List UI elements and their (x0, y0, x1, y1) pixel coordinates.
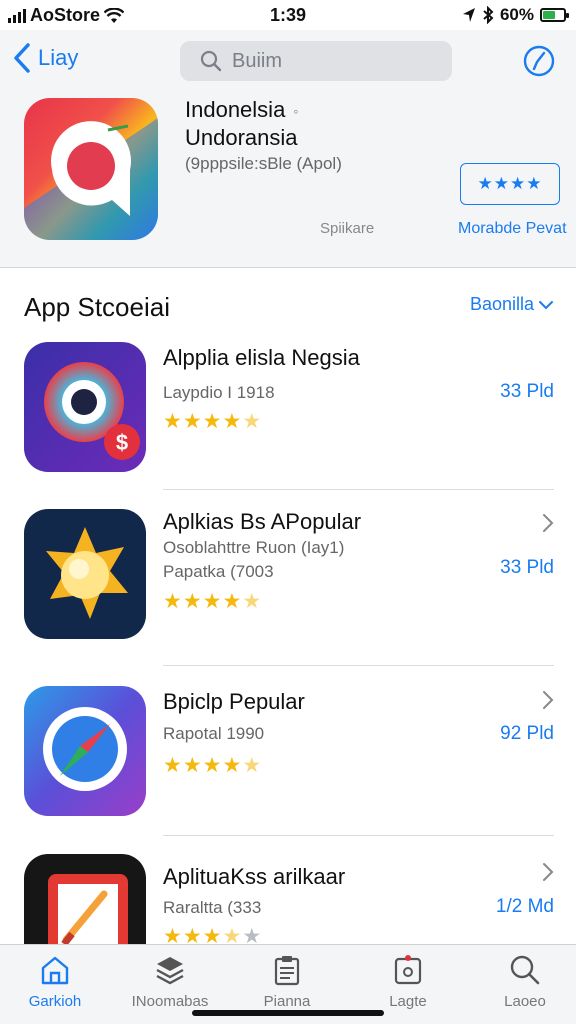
star-icon: ★ (242, 754, 262, 777)
home-icon (41, 956, 69, 985)
app-line2: Papatka (7003 (163, 562, 274, 581)
star-icon: ★ (222, 754, 242, 777)
app-icon-compass (24, 686, 146, 816)
search-input[interactable]: Buiim (180, 41, 452, 81)
star-icon: ★ (182, 754, 202, 777)
back-label: Liay (38, 45, 79, 70)
app-name: Alpplia elisla Negsia (163, 345, 360, 370)
featured-title-text: Indonelsia (185, 97, 286, 122)
battery-fill (543, 11, 555, 19)
tab-apps[interactable]: INoomabas (115, 953, 225, 1010)
star-icon: ★ (222, 590, 242, 613)
tab-clipboard[interactable]: Pianna (232, 953, 342, 1010)
app-line1: Osoblahttre Ruon (Iay1) (163, 538, 345, 557)
rating-stars: ★ ★ ★ ★ ★ (163, 755, 261, 776)
divider (163, 665, 554, 666)
star-icon: ★ (242, 590, 262, 613)
star-icon: ★ (163, 410, 182, 433)
section-title: App Stcoeiai (24, 292, 170, 322)
featured-app-meta: (9pppsile:sBle (Apol) (185, 154, 342, 173)
spotlight-label: Spiikare (320, 220, 375, 237)
location-icon (462, 8, 475, 22)
price-button[interactable]: 33 Pld (500, 381, 554, 403)
app-name: AplituaKss arilkaar (163, 864, 346, 889)
price-button[interactable]: 92 Pld (500, 723, 554, 745)
tab-label: Laoeo (504, 993, 546, 1010)
bluetooth-icon (483, 6, 494, 24)
header: Liay Buiim Indonelsia ◦ Undoransia (9ppps… (0, 30, 576, 268)
home-indicator (192, 1010, 384, 1016)
search-icon (510, 955, 540, 985)
featured-app-title: Indonelsia ◦ (185, 96, 298, 125)
tab-label: Lagte (389, 993, 427, 1010)
tab-label: Garkioh (28, 993, 82, 1010)
chevron-right-icon[interactable] (542, 690, 554, 710)
star-icon: ★ (163, 754, 182, 777)
featured-app-subtitle: Undoransia (185, 125, 298, 150)
rating-button[interactable]: ★★★★ (460, 163, 560, 205)
price-button[interactable]: 1/2 Md (496, 896, 554, 918)
svg-text:$: $ (116, 430, 128, 455)
section-filter-link[interactable]: Baonilla (470, 294, 554, 315)
chevron-right-icon[interactable] (542, 862, 554, 882)
star-icon: ★ (202, 590, 222, 613)
app-icon-camera: $ (24, 342, 146, 472)
chevron-down-icon (539, 300, 553, 309)
tab-label: Pianna (263, 993, 311, 1010)
rating-stars: ★★★★ (477, 174, 543, 193)
star-icon: ★ (202, 410, 222, 433)
star-icon: ★ (202, 754, 222, 777)
rating-stars: ★ ★ ★ ★ ★ (163, 411, 261, 432)
apps-stack-icon (156, 957, 184, 985)
divider (163, 489, 554, 490)
info-dot-icon: ◦ (293, 103, 299, 120)
app-icon-sun (24, 509, 146, 639)
app-line1: Raraltta (333 (163, 898, 262, 917)
star-icon: ★ (163, 590, 182, 613)
clipboard-icon (274, 956, 300, 986)
battery-percent: 60% (499, 5, 534, 24)
app-line1: Laypdio I 1918 (163, 383, 275, 402)
star-icon: ★ (242, 410, 262, 433)
app-line1: Rapotal 1990 (163, 724, 265, 743)
more-link[interactable]: Morabde Pevat (458, 220, 567, 238)
status-right: 60% (462, 5, 569, 25)
search-icon (200, 50, 222, 72)
compass-icon[interactable] (522, 44, 556, 78)
chevron-right-icon[interactable] (542, 513, 554, 533)
tab-search[interactable]: Laoeo (470, 953, 576, 1010)
app-name: Bpiclp Pepular (163, 689, 305, 714)
section-link-label: Baonilla (469, 294, 534, 314)
back-button[interactable]: Liay (12, 42, 78, 74)
chevron-left-icon (14, 43, 30, 73)
divider (163, 835, 554, 836)
rating-stars: ★ ★ ★ ★ ★ (163, 591, 261, 612)
status-bar: AoStore 1:39 60% (0, 0, 576, 30)
search-placeholder: Buiim (232, 49, 283, 72)
tab-home[interactable]: Garkioh (0, 953, 110, 1010)
tab-label: INoomabas (131, 993, 209, 1010)
price-button[interactable]: 33 Pld (500, 557, 554, 579)
app-name: Aplkias Bs APopular (163, 509, 362, 534)
updates-icon (394, 955, 422, 985)
star-icon: ★ (182, 410, 202, 433)
battery-icon (540, 8, 569, 22)
star-icon: ★ (222, 410, 242, 433)
featured-app-icon[interactable] (24, 98, 158, 240)
tab-updates[interactable]: Lagte (353, 953, 463, 1010)
star-icon: ★ (182, 590, 202, 613)
